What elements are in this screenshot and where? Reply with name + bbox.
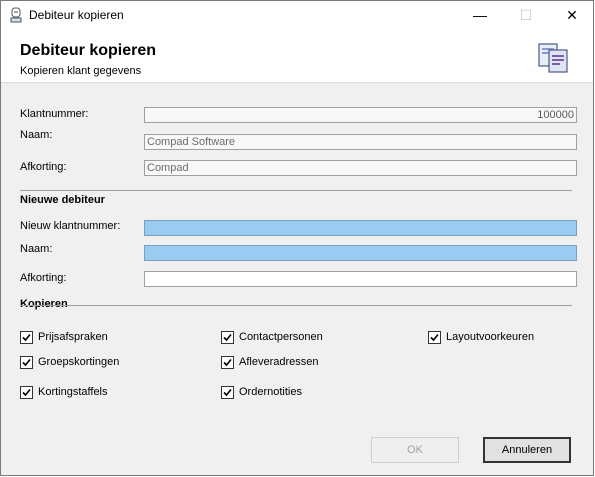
- nieuw-klantnummer-input[interactable]: [144, 220, 577, 236]
- checkmark-icon: [22, 333, 31, 342]
- checkbox-label: Ordernotities: [239, 386, 302, 398]
- checkbox-box[interactable]: [20, 331, 33, 344]
- window-title: Debiteur kopieren: [29, 8, 124, 22]
- maximize-button[interactable]: ☐: [503, 1, 549, 30]
- checkbox-box[interactable]: [428, 331, 441, 344]
- naam-field[interactable]: Compad Software: [144, 134, 577, 150]
- section-divider: [20, 305, 572, 306]
- kopieren-heading: Kopieren: [20, 298, 68, 310]
- checkbox-box[interactable]: [20, 356, 33, 369]
- nieuw-klantnummer-label: Nieuw klantnummer:: [20, 220, 121, 232]
- checkbox-label: Layoutvoorkeuren: [446, 331, 535, 343]
- checkmark-icon: [22, 388, 31, 397]
- nieuw-naam-input[interactable]: [144, 245, 577, 261]
- header-title: Debiteur kopieren: [20, 42, 157, 59]
- klantnummer-field[interactable]: 100000: [144, 107, 577, 123]
- nieuw-afkorting-input[interactable]: [144, 271, 577, 287]
- app-icon: [10, 7, 22, 23]
- title-bar: Debiteur kopieren — ☐ ✕: [1, 1, 593, 30]
- checkbox-label: Kortingstaffels: [38, 386, 108, 398]
- section-divider: [20, 190, 572, 191]
- checkmark-icon: [430, 333, 439, 342]
- header-subtitle: Kopieren klant gegevens: [20, 65, 142, 77]
- naam-label: Naam:: [20, 129, 53, 141]
- afkorting-field[interactable]: Compad: [144, 160, 577, 176]
- checkbox-label: Groepskortingen: [38, 356, 120, 368]
- afkorting-label: Afkorting:: [20, 161, 67, 173]
- checkbox-label: Contactpersonen: [239, 331, 323, 343]
- dialog-header: Debiteur kopieren Kopieren klant gegeven…: [1, 30, 593, 83]
- checkbox-box[interactable]: [221, 356, 234, 369]
- copy-documents-icon: [538, 43, 568, 73]
- checkmark-icon: [223, 358, 232, 367]
- checkbox-label: Afleveradressen: [239, 356, 319, 368]
- checkmark-icon: [223, 388, 232, 397]
- checkbox-box[interactable]: [20, 386, 33, 399]
- minimize-button[interactable]: —: [457, 1, 503, 30]
- checkmark-icon: [223, 333, 232, 342]
- klantnummer-label: Klantnummer:: [20, 108, 89, 120]
- checkbox-label: Prijsafspraken: [38, 331, 108, 343]
- dialog-window: Debiteur kopieren — ☐ ✕ Debiteur kopiere…: [0, 0, 594, 476]
- annuleren-button[interactable]: Annuleren: [483, 437, 571, 463]
- checkmark-icon: [22, 358, 31, 367]
- close-button[interactable]: ✕: [549, 1, 595, 30]
- checkbox-box[interactable]: [221, 331, 234, 344]
- nieuw-afkorting-label: Afkorting:: [20, 272, 67, 284]
- ok-button[interactable]: OK: [371, 437, 459, 463]
- nieuwe-debiteur-heading: Nieuwe debiteur: [20, 194, 105, 206]
- checkbox-box[interactable]: [221, 386, 234, 399]
- nieuw-naam-label: Naam:: [20, 243, 53, 255]
